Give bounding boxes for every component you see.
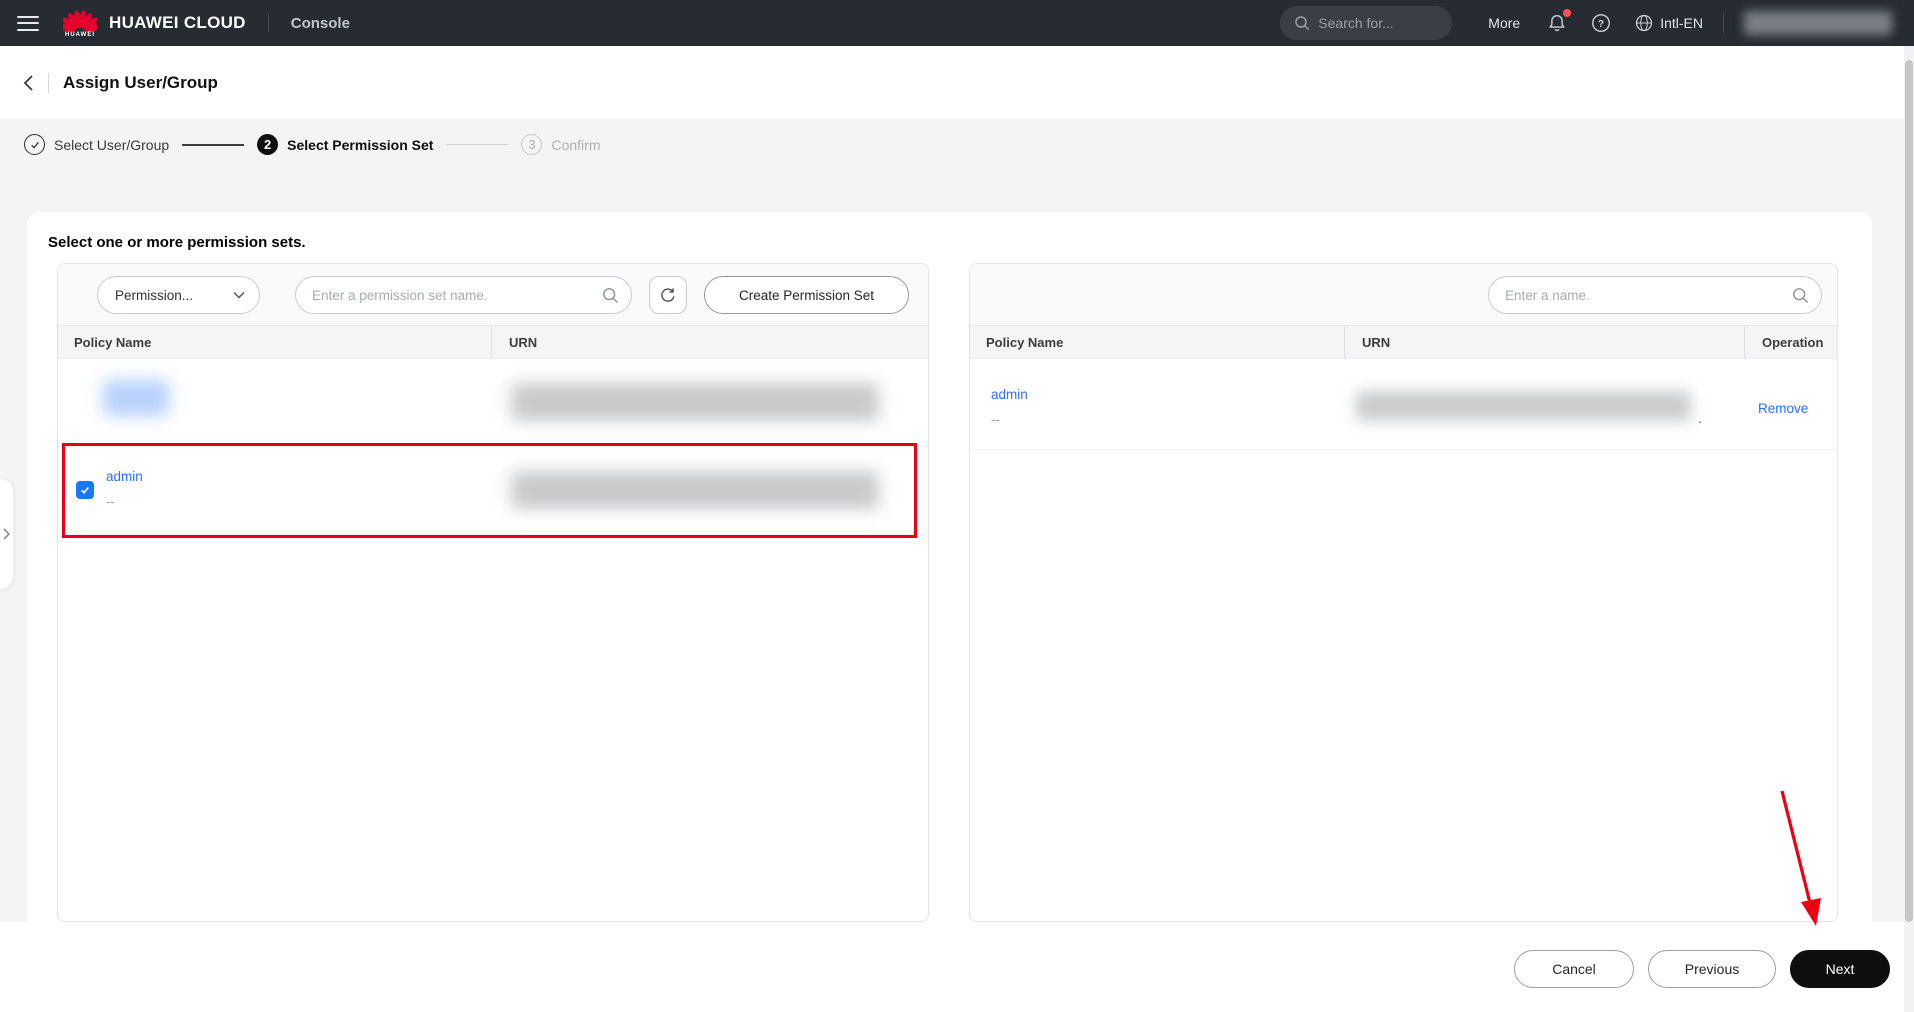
policy-name-cell: admin -- bbox=[970, 359, 1344, 449]
urn-redacted bbox=[1356, 391, 1691, 421]
previous-button[interactable]: Previous bbox=[1648, 950, 1776, 988]
header-divider bbox=[267, 14, 269, 32]
back-chevron-icon bbox=[23, 74, 33, 91]
step2-label: Select Permission Set bbox=[287, 136, 434, 153]
policy-name-redacted bbox=[103, 380, 169, 416]
huawei-flower-icon bbox=[63, 10, 97, 33]
table-row: admin -- . Remove bbox=[970, 359, 1837, 450]
search-icon[interactable] bbox=[1792, 287, 1809, 304]
column-operation: Operation bbox=[1744, 326, 1837, 358]
account-name-redacted[interactable] bbox=[1744, 11, 1892, 35]
row-checkbox-checked[interactable] bbox=[76, 481, 94, 499]
policy-name-cell: admin -- bbox=[58, 447, 491, 534]
step2-circle: 2 bbox=[257, 134, 279, 155]
step-connector bbox=[446, 144, 509, 145]
urn-suffix: . bbox=[1698, 411, 1702, 426]
refresh-button[interactable] bbox=[649, 276, 687, 314]
page-title: Assign User/Group bbox=[63, 72, 218, 92]
huawei-logo: HUAWEI bbox=[63, 8, 97, 38]
svg-text:?: ? bbox=[1598, 19, 1604, 30]
step3-circle: 3 bbox=[521, 134, 543, 155]
urn-cell bbox=[491, 447, 928, 534]
right-table-header: Policy Name URN Operation bbox=[970, 326, 1837, 359]
urn-redacted bbox=[511, 471, 879, 509]
step3-label: Confirm bbox=[551, 136, 601, 153]
title-divider bbox=[48, 72, 49, 93]
selected-search-input[interactable] bbox=[1493, 277, 1792, 313]
selected-search bbox=[1488, 276, 1822, 314]
more-menu[interactable]: More bbox=[1488, 15, 1520, 31]
policy-name-cell bbox=[58, 359, 491, 446]
selected-permission-sets-panel: Policy Name URN Operation admin -- . Rem… bbox=[969, 263, 1838, 922]
header-divider bbox=[1723, 13, 1724, 33]
main-card: Select one or more permission sets. Perm… bbox=[27, 212, 1872, 922]
search-icon bbox=[1295, 16, 1310, 31]
brand-title: HUAWEI CLOUD bbox=[109, 13, 246, 32]
huawei-logo-text: HUAWEI bbox=[65, 32, 95, 38]
next-button[interactable]: Next bbox=[1790, 950, 1890, 988]
column-urn: URN bbox=[1344, 326, 1744, 358]
global-search-placeholder: Search for... bbox=[1318, 15, 1394, 31]
help-icon: ? bbox=[1592, 14, 1611, 32]
column-urn: URN bbox=[491, 326, 928, 358]
cancel-button[interactable]: Cancel bbox=[1514, 950, 1634, 988]
page-title-bar: Assign User/Group bbox=[0, 46, 1914, 119]
urn-redacted bbox=[511, 383, 879, 421]
left-filter-bar: Permission... Enter a permission set nam… bbox=[58, 264, 928, 326]
policy-subtext: -- bbox=[106, 494, 115, 509]
left-table-header: Policy Name URN bbox=[58, 326, 928, 359]
global-search[interactable]: Search for... bbox=[1280, 6, 1453, 40]
create-permission-set-label: Create Permission Set bbox=[738, 287, 875, 303]
instruction-text: Select one or more permission sets. bbox=[48, 234, 306, 251]
chevron-down-icon bbox=[233, 291, 245, 299]
top-header: HUAWEI HUAWEI CLOUD Console Search for..… bbox=[0, 0, 1914, 46]
column-policy-name: Policy Name bbox=[74, 334, 152, 350]
create-permission-set-button[interactable]: Create Permission Set bbox=[704, 276, 909, 314]
page-scrollbar[interactable] bbox=[1904, 46, 1914, 1012]
step1-label: Select User/Group bbox=[54, 136, 170, 153]
help-button[interactable]: ? bbox=[1590, 12, 1612, 34]
scrollbar-thumb[interactable] bbox=[1905, 60, 1913, 922]
sidebar-expand-handle[interactable] bbox=[0, 478, 14, 590]
back-button[interactable] bbox=[22, 74, 36, 92]
check-icon bbox=[30, 141, 39, 149]
step1-circle bbox=[24, 134, 45, 155]
operation-cell: Remove bbox=[1744, 359, 1837, 449]
available-permission-sets-panel: Permission... Enter a permission set nam… bbox=[57, 263, 929, 922]
step-confirm: 3 Confirm bbox=[521, 134, 600, 155]
urn-cell: . bbox=[1344, 359, 1744, 449]
check-icon bbox=[81, 486, 90, 494]
step-wizard: Select User/Group 2 Select Permission Se… bbox=[24, 134, 600, 155]
policy-name-link[interactable]: admin bbox=[106, 469, 143, 484]
chevron-right-icon bbox=[3, 528, 11, 540]
wizard-footer: Cancel Previous Next bbox=[0, 922, 1914, 1012]
step-select-user-group: Select User/Group bbox=[24, 134, 169, 155]
hamburger-menu-icon[interactable] bbox=[17, 15, 39, 31]
policy-name-link[interactable]: admin bbox=[991, 387, 1028, 402]
filter-type-dropdown[interactable]: Permission... bbox=[97, 276, 260, 314]
filter-type-value: Permission... bbox=[115, 287, 194, 303]
permission-set-search bbox=[295, 276, 632, 314]
notification-badge bbox=[1563, 9, 1572, 17]
refresh-icon bbox=[661, 288, 675, 302]
table-row[interactable] bbox=[58, 359, 928, 447]
policy-subtext: -- bbox=[991, 412, 1000, 427]
remove-link[interactable]: Remove bbox=[1758, 401, 1808, 416]
locale-label: Intl-EN bbox=[1660, 15, 1703, 31]
content-background: Select User/Group 2 Select Permission Se… bbox=[0, 119, 1914, 922]
urn-cell bbox=[491, 359, 928, 446]
table-row-selected[interactable]: admin -- bbox=[58, 447, 928, 535]
globe-icon bbox=[1636, 14, 1653, 32]
locale-switcher[interactable]: Intl-EN bbox=[1634, 13, 1703, 33]
notifications-button[interactable] bbox=[1546, 9, 1572, 34]
right-filter-bar bbox=[970, 264, 1837, 326]
search-icon[interactable] bbox=[602, 287, 619, 304]
step-select-permission-set: 2 Select Permission Set bbox=[257, 134, 433, 155]
step-connector bbox=[182, 143, 245, 146]
console-link[interactable]: Console bbox=[291, 15, 350, 32]
permission-set-search-input[interactable] bbox=[300, 277, 602, 313]
column-policy-name: Policy Name bbox=[986, 334, 1064, 350]
